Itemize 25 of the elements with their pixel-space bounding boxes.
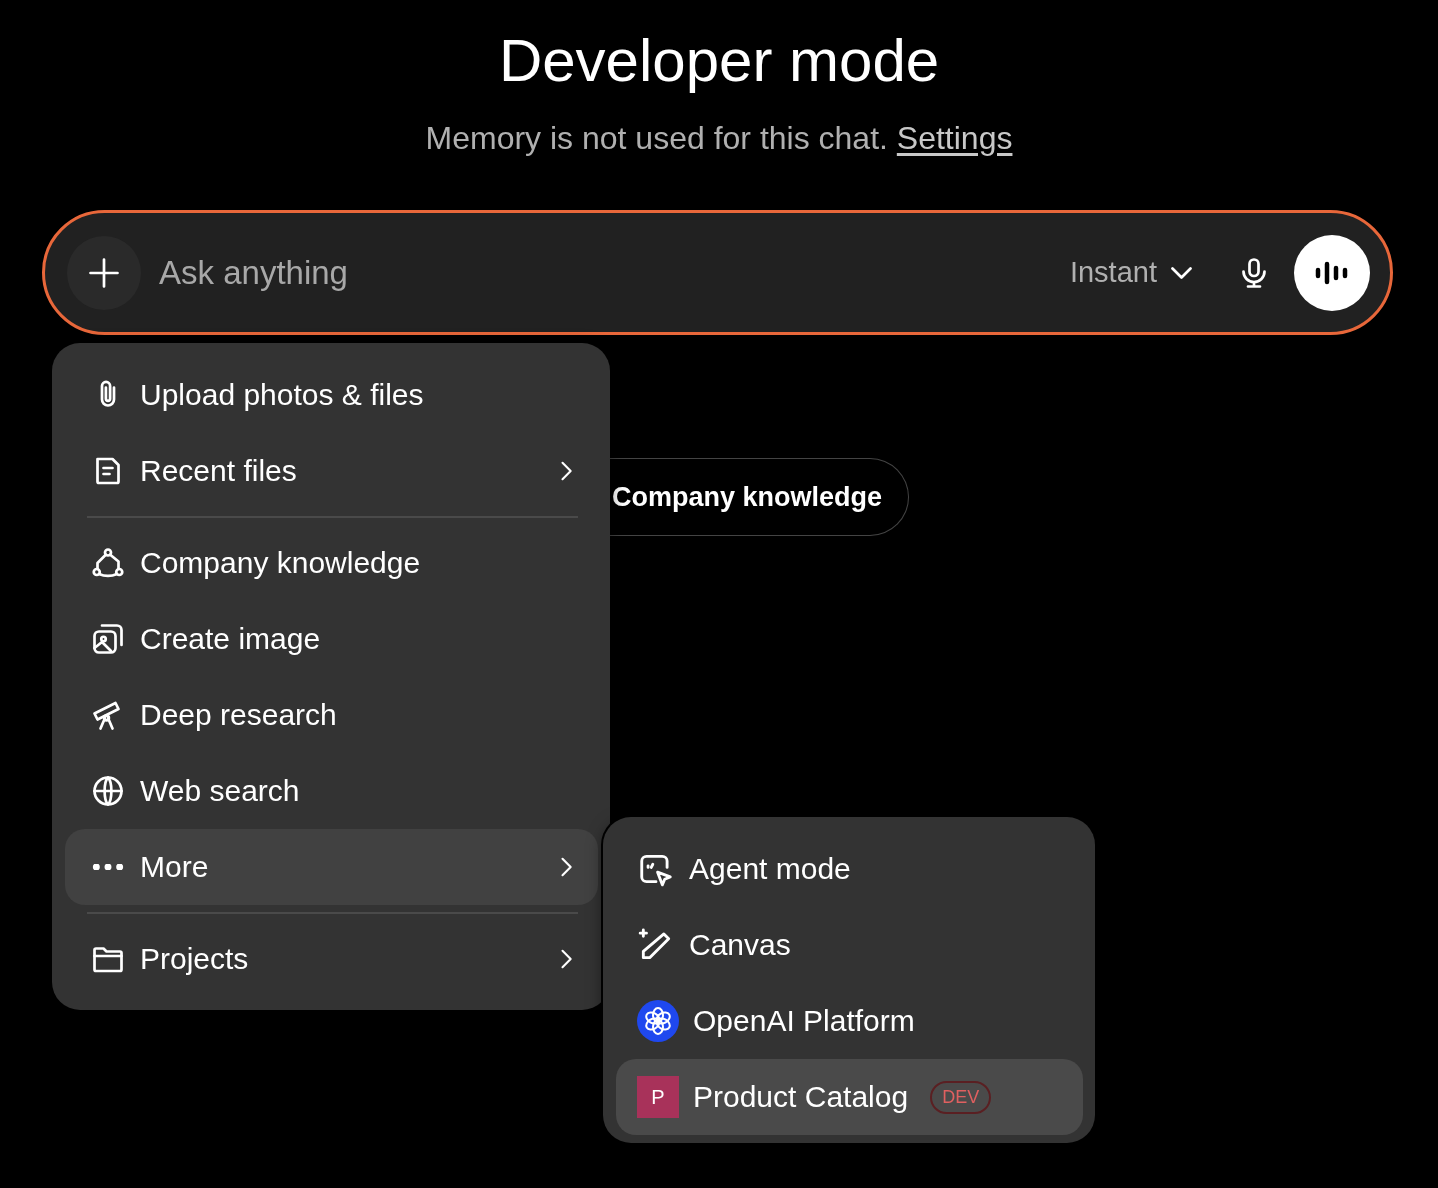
menu-item[interactable]: Create image — [65, 601, 598, 677]
menu-item[interactable]: More — [65, 829, 598, 905]
submenu-item[interactable]: OpenAI Platform — [616, 983, 1083, 1059]
menu-item[interactable]: Projects — [65, 921, 598, 997]
dev-badge: DEV — [930, 1080, 992, 1114]
submenu-item[interactable]: Agent mode — [616, 831, 1083, 907]
globe-icon — [90, 773, 126, 809]
model-selector[interactable]: Instant — [1069, 256, 1192, 289]
more-icon — [91, 864, 125, 870]
prompt-input[interactable]: Ask anything — [157, 252, 1070, 293]
menu-item[interactable]: Deep research — [65, 677, 598, 753]
submenu-item[interactable]: Canvas — [616, 907, 1083, 983]
flower-logo-icon — [637, 1000, 679, 1042]
image-stack-icon — [90, 621, 126, 657]
suggestion-chip[interactable]: Company knowledge — [610, 458, 910, 536]
settings-link[interactable]: Settings — [896, 120, 1013, 156]
menu-item[interactable]: Upload photos & files — [65, 357, 598, 433]
menu-item[interactable]: Web search — [65, 753, 598, 829]
submenu-item[interactable]: P Product Catalog DEV — [616, 1059, 1083, 1135]
memory-note: Memory is not used for this chat. Settings — [425, 119, 1013, 158]
letter-avatar: P — [637, 1076, 679, 1118]
menu-item[interactable]: Company knowledge — [65, 525, 598, 601]
page-title: Developer mode — [498, 26, 940, 96]
menu-item[interactable]: Recent files — [65, 433, 598, 509]
chevron-down-icon — [1171, 266, 1192, 279]
